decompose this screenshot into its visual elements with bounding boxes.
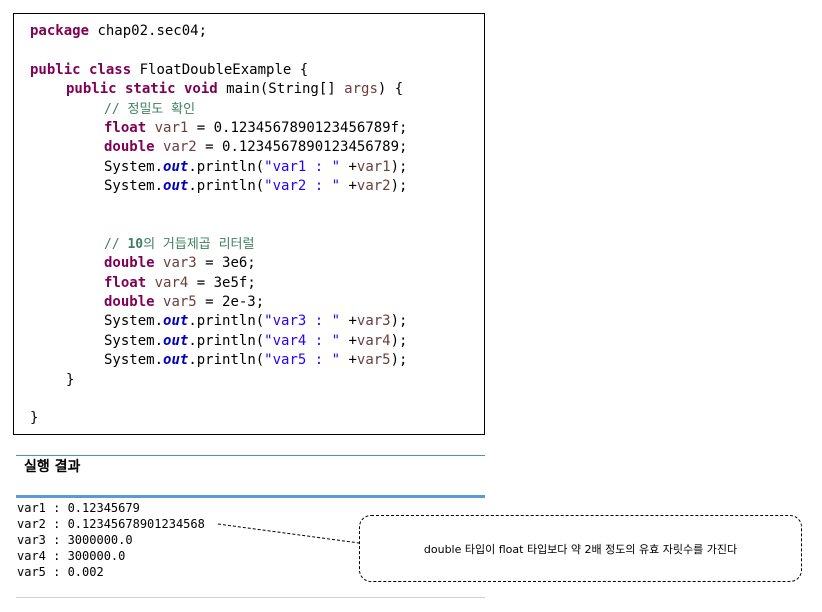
callout-note: double 타입이 float 타입보다 약 2배 정도의 유효 자릿수를 가… bbox=[359, 515, 802, 582]
callout-text: double 타입이 float 타입보다 약 2배 정도의 유효 자릿수를 가… bbox=[423, 542, 738, 556]
callout-connector bbox=[217, 523, 360, 544]
